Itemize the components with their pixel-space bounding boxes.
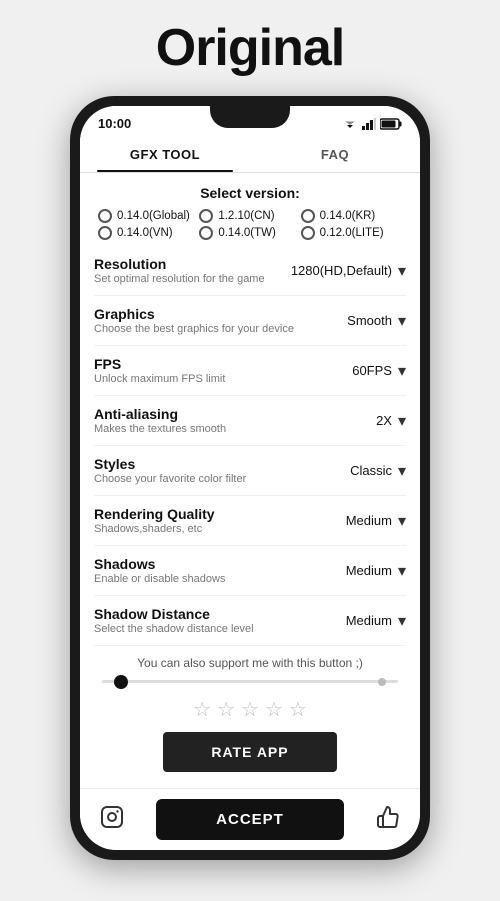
setting-rendering-quality: Rendering Quality Shadows,shaders, etc M…: [94, 496, 406, 546]
rate-app-button[interactable]: RATE APP: [163, 732, 336, 772]
version-option-kr[interactable]: 0.14.0(KR): [301, 209, 402, 223]
wifi-icon: [342, 118, 358, 130]
setting-shadows: Shadows Enable or disable shadows Medium…: [94, 546, 406, 596]
fps-dropdown[interactable]: 60FPS ▾: [316, 361, 406, 381]
main-content: Select version: 0.14.0(Global) 1.2.10(CN…: [80, 173, 420, 788]
shadows-chevron: ▾: [398, 561, 406, 581]
page-title: Original: [156, 18, 344, 78]
slider-dot-right: [378, 678, 386, 686]
resolution-chevron: ▾: [398, 261, 406, 281]
accept-button[interactable]: ACCEPT: [156, 799, 344, 840]
slider-section: [94, 676, 406, 691]
bottom-bar: ACCEPT: [80, 788, 420, 850]
support-text: You can also support me with this button…: [94, 646, 406, 676]
tab-gfx-tool[interactable]: GFX TOOL: [80, 135, 250, 172]
status-time: 10:00: [98, 116, 131, 131]
styles-dropdown[interactable]: Classic ▾: [316, 461, 406, 481]
setting-graphics: Graphics Choose the best graphics for yo…: [94, 296, 406, 346]
radio-tw[interactable]: [199, 226, 213, 240]
star-1[interactable]: ☆: [193, 697, 211, 722]
version-option-vn[interactable]: 0.14.0(VN): [98, 226, 199, 240]
radio-kr[interactable]: [301, 209, 315, 223]
instagram-icon[interactable]: [100, 805, 124, 835]
setting-resolution: Resolution Set optimal resolution for th…: [94, 246, 406, 296]
stars-row: ☆ ☆ ☆ ☆ ☆: [94, 691, 406, 730]
tab-faq[interactable]: FAQ: [250, 135, 420, 172]
star-4[interactable]: ☆: [265, 697, 283, 722]
setting-fps: FPS Unlock maximum FPS limit 60FPS ▾: [94, 346, 406, 396]
rendering-quality-chevron: ▾: [398, 511, 406, 531]
shadow-distance-chevron: ▾: [398, 611, 406, 631]
battery-icon: [380, 118, 402, 130]
radio-vn[interactable]: [98, 226, 112, 240]
setting-shadow-distance: Shadow Distance Select the shadow distan…: [94, 596, 406, 646]
signal-icon: [362, 118, 376, 130]
version-options-grid: 0.14.0(Global) 1.2.10(CN) 0.14.0(KR) 0.1…: [94, 209, 406, 240]
slider-thumb[interactable]: [114, 675, 128, 689]
slider-track[interactable]: [102, 680, 398, 683]
settings-list: Resolution Set optimal resolution for th…: [94, 246, 406, 646]
anti-aliasing-dropdown[interactable]: 2X ▾: [316, 411, 406, 431]
graphics-chevron: ▾: [398, 311, 406, 331]
thumbs-up-icon[interactable]: [376, 805, 400, 835]
status-icons: [342, 118, 402, 130]
version-option-lite[interactable]: 0.12.0(LITE): [301, 226, 402, 240]
select-version-title: Select version:: [94, 185, 406, 201]
shadows-dropdown[interactable]: Medium ▾: [316, 561, 406, 581]
phone-notch: [210, 106, 290, 128]
star-2[interactable]: ☆: [217, 697, 235, 722]
resolution-dropdown[interactable]: 1280(HD,Default) ▾: [291, 261, 406, 281]
fps-chevron: ▾: [398, 361, 406, 381]
version-option-global[interactable]: 0.14.0(Global): [98, 209, 199, 223]
star-5[interactable]: ☆: [289, 697, 307, 722]
radio-cn[interactable]: [199, 209, 213, 223]
graphics-dropdown[interactable]: Smooth ▾: [316, 311, 406, 331]
select-version-section: Select version: 0.14.0(Global) 1.2.10(CN…: [94, 173, 406, 246]
radio-lite[interactable]: [301, 226, 315, 240]
radio-global[interactable]: [98, 209, 112, 223]
styles-chevron: ▾: [398, 461, 406, 481]
anti-aliasing-chevron: ▾: [398, 411, 406, 431]
phone-screen: 10:00: [80, 106, 420, 850]
shadow-distance-dropdown[interactable]: Medium ▾: [316, 611, 406, 631]
phone-frame: 10:00: [70, 96, 430, 860]
setting-anti-aliasing: Anti-aliasing Makes the textures smooth …: [94, 396, 406, 446]
setting-styles: Styles Choose your favorite color filter…: [94, 446, 406, 496]
version-option-tw[interactable]: 0.14.0(TW): [199, 226, 300, 240]
rendering-quality-dropdown[interactable]: Medium ▾: [316, 511, 406, 531]
version-option-cn[interactable]: 1.2.10(CN): [199, 209, 300, 223]
rate-btn-row: RATE APP: [94, 730, 406, 780]
star-3[interactable]: ☆: [241, 697, 259, 722]
tabs-bar: GFX TOOL FAQ: [80, 135, 420, 173]
